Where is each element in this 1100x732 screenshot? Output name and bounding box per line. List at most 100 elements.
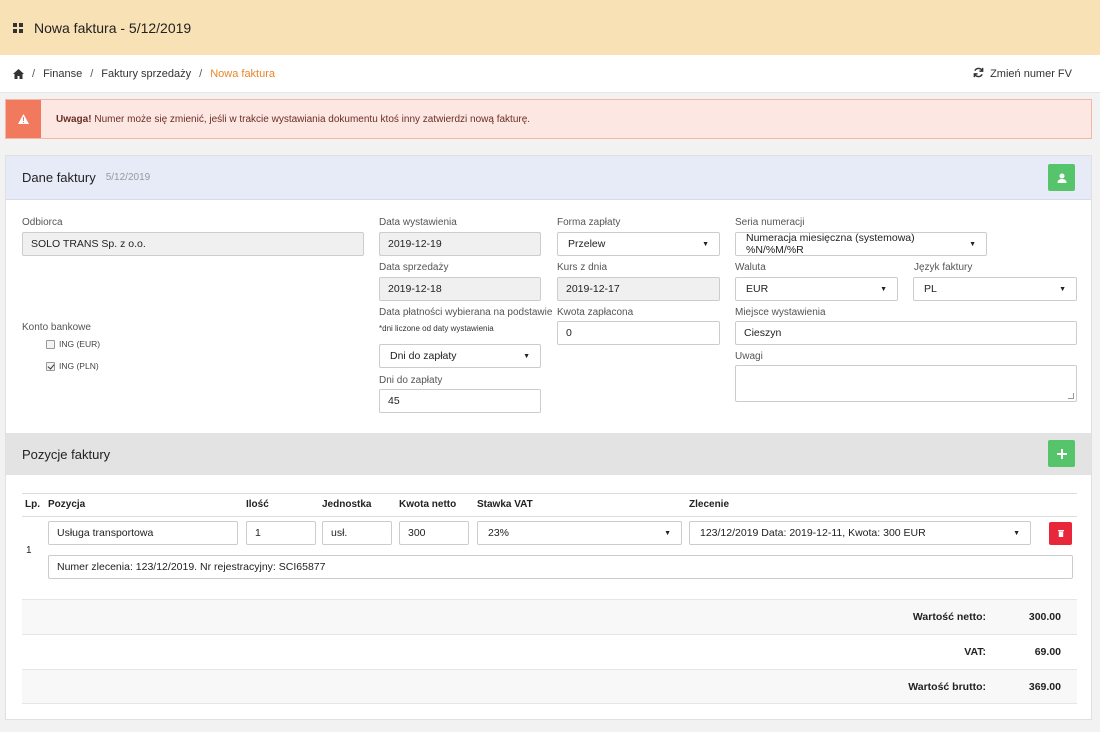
days-to-pay-input[interactable]: 45 [379, 389, 541, 413]
total-vat-row: VAT: 69.00 [22, 634, 1077, 669]
item-position-input[interactable]: Usługa transportowa [48, 521, 238, 545]
page-title: Nowa faktura - 5/12/2019 [34, 19, 192, 36]
breadcrumb-current: Nowa faktura [210, 67, 276, 80]
select-contractor-button[interactable] [1048, 164, 1075, 191]
days-to-pay-label: Dni do zapłaty [379, 375, 443, 386]
language-value: PL [924, 283, 937, 295]
caret-down-icon: ▼ [1059, 285, 1066, 293]
col-header-unit: Jednostka [322, 499, 372, 510]
total-gross-row: Wartość brutto: 369.00 [22, 669, 1077, 704]
issue-date-label: Data wystawienia [379, 217, 457, 228]
caret-down-icon: ▼ [969, 240, 976, 248]
checkbox-checked-icon [46, 361, 55, 371]
caret-down-icon: ▼ [880, 285, 887, 293]
alert-message: Uwaga! Numer może się zmienić, jeśli w t… [41, 114, 530, 125]
invoice-data-title: Dane faktury [22, 170, 96, 185]
caret-down-icon: ▼ [702, 240, 709, 248]
payment-basis-note: *dni liczone od daty wystawienia [379, 324, 494, 333]
caret-down-icon: ▼ [1013, 529, 1020, 537]
home-icon[interactable] [13, 68, 24, 79]
notes-label: Uwagi [735, 351, 763, 362]
change-number-label: Zmień numer FV [990, 68, 1072, 80]
language-select[interactable]: PL ▼ [913, 277, 1077, 301]
trash-icon [1057, 530, 1064, 537]
col-header-vat: Stawka VAT [477, 499, 533, 510]
alert-strong: Uwaga! [56, 113, 92, 125]
notes-textarea[interactable] [735, 365, 1077, 402]
bank-checkbox-label: ING (PLN) [59, 361, 99, 371]
total-net-label: Wartość netto: [912, 611, 986, 623]
item-order-select[interactable]: 123/12/2019 Data: 2019-12-11, Kwota: 300… [689, 521, 1031, 545]
bank-checkbox-label: ING (EUR) [59, 339, 101, 349]
currency-label: Waluta [735, 262, 766, 273]
item-vat-select[interactable]: 23% ▼ [477, 521, 682, 545]
caret-down-icon: ▼ [664, 529, 671, 537]
dashboard-grid-icon [13, 22, 23, 33]
item-unit-input[interactable]: usł. [322, 521, 392, 545]
currency-select[interactable]: EUR ▼ [735, 277, 898, 301]
numbering-series-value: Numeracja miesięczna (systemowa) %N/%M/%… [746, 232, 915, 256]
place-label: Miejsce wystawienia [735, 307, 826, 318]
breadcrumb-separator: / [90, 67, 94, 80]
col-header-order: Zlecenie [689, 499, 730, 510]
item-qty-input[interactable]: 1 [246, 521, 316, 545]
warning-icon [18, 114, 29, 124]
change-number-button[interactable]: Zmień numer FV [973, 67, 1072, 81]
caret-down-icon: ▼ [523, 352, 530, 360]
numbering-series-label: Seria numeracji [735, 217, 805, 228]
payment-form-select[interactable]: Przelew ▼ [557, 232, 720, 256]
invoice-number-subtitle: 5/12/2019 [105, 172, 151, 183]
payment-basis-value: Dni do zapłaty [390, 350, 457, 362]
sale-date-input[interactable]: 2019-12-18 [379, 277, 541, 301]
add-item-button[interactable] [1048, 440, 1075, 467]
total-gross-value: 369.00 [1028, 680, 1061, 693]
numbering-series-select[interactable]: Numeracja miesięczna (systemowa) %N/%M/%… [735, 232, 987, 256]
payment-basis-select[interactable]: Dni do zapłaty ▼ [379, 344, 541, 368]
bank-checkbox-ing-pln[interactable]: ING (PLN) [46, 361, 99, 371]
invoice-data-header: Dane faktury 5/12/2019 [6, 156, 1091, 200]
warning-alert: Uwaga! Numer może się zmienić, jeśli w t… [5, 99, 1092, 139]
delete-item-button[interactable] [1049, 522, 1072, 545]
row-lp: 1 [26, 545, 32, 556]
place-input[interactable]: Cieszyn [735, 321, 1077, 345]
warning-icon-box [6, 100, 41, 138]
payment-form-value: Przelew [568, 238, 606, 250]
recipient-input[interactable]: SOLO TRANS Sp. z o.o. [22, 232, 364, 256]
total-vat-value: 69.00 [1034, 646, 1061, 658]
col-header-net: Kwota netto [399, 499, 457, 510]
rate-date-label: Kurs z dnia [557, 262, 608, 273]
issue-date-input[interactable]: 2019-12-19 [379, 232, 541, 256]
paid-amount-input[interactable]: 0 [557, 321, 720, 345]
item-order-value: 123/12/2019 Data: 2019-12-11, Kwota: 300… [700, 527, 926, 539]
language-label: Język faktury [914, 262, 973, 273]
breadcrumb-link-finanse[interactable]: Finanse [43, 68, 82, 80]
col-header-lp: Lp. [25, 499, 40, 510]
breadcrumb: / Finanse / Faktury sprzedaży / Nowa fak… [0, 55, 1100, 93]
bank-account-label: Konto bankowe [22, 322, 91, 333]
currency-value: EUR [746, 283, 769, 295]
payment-basis-label: Data płatności wybierana na podstawie [379, 307, 553, 318]
sale-date-label: Data sprzedaży [379, 262, 449, 273]
total-net-value: 300.00 [1028, 611, 1061, 623]
plus-icon [1056, 448, 1067, 459]
alert-text: Numer może się zmienić, jeśli w trakcie … [91, 113, 531, 125]
total-net-row: Wartość netto: 300.00 [22, 599, 1077, 634]
item-description-input[interactable]: Numer zlecenia: 123/12/2019. Nr rejestra… [48, 555, 1073, 579]
invoice-items-title: Pozycje faktury [22, 446, 111, 462]
rate-date-input[interactable]: 2019-12-17 [557, 277, 720, 301]
table-top-line [22, 493, 1077, 494]
item-net-input[interactable]: 300 [399, 521, 469, 545]
top-bar: Nowa faktura - 5/12/2019 [0, 0, 1100, 55]
bank-checkbox-ing-eur[interactable]: ING (EUR) [46, 339, 100, 349]
refresh-icon [973, 67, 984, 81]
col-header-qty: Ilość [246, 499, 269, 510]
table-header-line [22, 516, 1077, 517]
recipient-label: Odbiorca [22, 217, 63, 228]
resize-grip-icon[interactable] [1068, 393, 1074, 399]
col-header-position: Pozycja [48, 499, 86, 510]
item-vat-value: 23% [488, 527, 510, 539]
checkbox-icon [46, 339, 55, 349]
breadcrumb-separator: / [32, 67, 36, 80]
breadcrumb-link-sales-invoices[interactable]: Faktury sprzedaży [101, 68, 191, 80]
breadcrumb-separator: / [199, 67, 203, 80]
